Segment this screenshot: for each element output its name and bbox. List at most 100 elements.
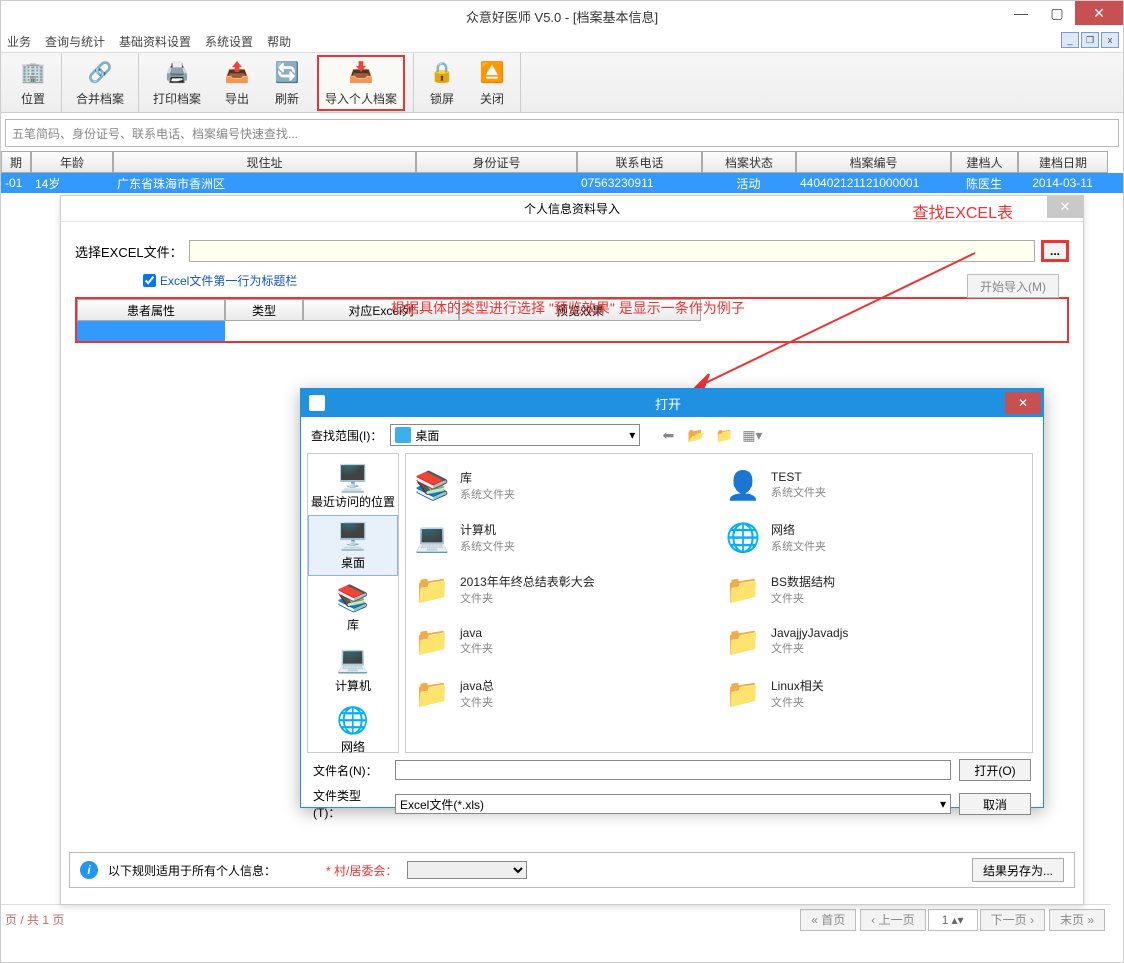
- sidebar-item-libraries[interactable]: 📚库: [308, 578, 398, 637]
- folder-icon: 📁: [412, 673, 452, 713]
- folder-icon: 📁: [723, 621, 763, 661]
- file-item[interactable]: 💻计算机系统文件夹: [412, 512, 715, 562]
- desktop-icon: [395, 427, 411, 443]
- nav-back-icon[interactable]: ⬅: [658, 425, 678, 445]
- sidebar-item-network[interactable]: 🌐网络: [308, 700, 398, 759]
- toolbar-print-button[interactable]: 🖨️打印档案: [147, 55, 207, 111]
- toolbar-import-button[interactable]: 📥导入个人档案: [317, 55, 405, 111]
- menu-system-settings[interactable]: 系统设置: [205, 33, 253, 50]
- libraries-icon: 📚: [335, 582, 371, 614]
- import-dialog-close-button[interactable]: ✕: [1047, 196, 1083, 218]
- cell-period: -01: [1, 173, 31, 193]
- lock-icon: 🔒: [428, 59, 456, 87]
- app-title: 众意好医师 V5.0 - [档案基本信息]: [466, 7, 658, 26]
- file-item[interactable]: 📁JavajjyJavadjs文件夹: [723, 616, 1026, 666]
- file-open-title: 打开: [331, 394, 1005, 413]
- pager: 页 / 共 1 页 « 首页 ‹ 上一页 1▴▾ 下一页 › 末页 »: [1, 904, 1111, 934]
- sidebar-item-desktop[interactable]: 🖥️桌面: [308, 515, 398, 576]
- column-status[interactable]: 档案状态: [702, 151, 796, 173]
- file-item[interactable]: 📁Linux相关文件夹: [723, 668, 1026, 718]
- footer-text: 以下规则适用于所有个人信息：: [108, 862, 276, 879]
- column-age[interactable]: 年龄: [31, 151, 113, 173]
- first-row-header-checkbox[interactable]: [143, 274, 156, 287]
- close-icon: ⏏️: [478, 59, 506, 87]
- import-dialog-title: 个人信息资料导入: [524, 200, 620, 217]
- filename-input[interactable]: [395, 760, 951, 780]
- file-open-close-button[interactable]: ✕: [1005, 392, 1041, 414]
- toolbar-lock-button[interactable]: 🔒锁屏: [422, 55, 462, 111]
- save-result-button[interactable]: 结果另存为...: [972, 858, 1064, 882]
- column-address[interactable]: 现住址: [113, 151, 416, 173]
- folder-icon: 📁: [412, 621, 452, 661]
- mapping-col-attribute[interactable]: 患者属性: [77, 299, 225, 321]
- info-icon: i: [80, 861, 98, 879]
- pager-page-input[interactable]: 1▴▾: [928, 909, 978, 931]
- toolbar-refresh-button[interactable]: 🔄刷新: [267, 55, 307, 111]
- lookup-range-combo[interactable]: 桌面 ▾: [390, 424, 640, 446]
- filename-label: 文件名(N)：: [313, 762, 387, 779]
- refresh-icon: 🔄: [273, 59, 301, 87]
- menu-query-stats[interactable]: 查询与统计: [45, 33, 105, 50]
- file-item[interactable]: 📁2013年年终总结表彰大会文件夹: [412, 564, 715, 614]
- filetype-select[interactable]: Excel文件(*.xls)▾: [395, 794, 951, 814]
- window-close-button[interactable]: ✕: [1075, 1, 1123, 25]
- column-creator[interactable]: 建档人: [951, 151, 1018, 173]
- file-item[interactable]: 👤TEST系统文件夹: [723, 460, 1026, 510]
- column-idcard[interactable]: 身份证号: [416, 151, 577, 173]
- mdi-restore-button[interactable]: ❐: [1081, 32, 1099, 48]
- import-icon: 📥: [347, 59, 375, 87]
- pager-prev-button[interactable]: ‹ 上一页: [860, 909, 925, 931]
- toolbar-export-button[interactable]: 📤导出: [217, 55, 257, 111]
- spinner-icon: ▴▾: [951, 913, 963, 927]
- mapping-cell-attribute: [77, 321, 225, 341]
- nav-newfolder-icon[interactable]: 📁: [714, 425, 734, 445]
- menu-base-settings[interactable]: 基础资料设置: [119, 33, 191, 50]
- column-archive-no[interactable]: 档案编号: [796, 151, 951, 173]
- toolbar-merge-button[interactable]: 🔗合并档案: [70, 55, 130, 111]
- column-period[interactable]: 期: [1, 151, 31, 173]
- titlebar: 众意好医师 V5.0 - [档案基本信息] — ▢ ✕: [1, 1, 1123, 31]
- browse-excel-button[interactable]: ...: [1041, 240, 1069, 262]
- cancel-button[interactable]: 取消: [959, 793, 1031, 815]
- nav-views-icon[interactable]: ▦▾: [742, 425, 762, 445]
- mdi-minimize-button[interactable]: _: [1061, 32, 1079, 48]
- location-icon: 🏢: [19, 59, 47, 87]
- nav-up-icon[interactable]: 📂: [686, 425, 706, 445]
- cell-idcard: [416, 173, 577, 193]
- network-icon: 🌐: [335, 704, 371, 736]
- mapping-col-type[interactable]: 类型: [225, 299, 303, 321]
- open-button[interactable]: 打开(O): [959, 759, 1031, 781]
- cell-create-date: 2014-03-11: [1018, 173, 1108, 193]
- column-create-date[interactable]: 建档日期: [1018, 151, 1108, 173]
- pager-next-button[interactable]: 下一页 ›: [980, 909, 1045, 931]
- file-item[interactable]: 📁BS数据结构文件夹: [723, 564, 1026, 614]
- window-minimize-button[interactable]: —: [1003, 1, 1039, 25]
- window-maximize-button[interactable]: ▢: [1039, 1, 1075, 25]
- records-grid-row[interactable]: -01 14岁 广东省珠海市香洲区 07563230911 活动 4404021…: [1, 173, 1123, 193]
- pager-first-button[interactable]: « 首页: [800, 909, 856, 931]
- quick-search-input[interactable]: 五笔简码、身份证号、联系电话、档案编号快速查找...: [5, 119, 1119, 147]
- cell-status: 活动: [702, 173, 796, 193]
- first-row-header-label: Excel文件第一行为标题栏: [160, 272, 297, 289]
- pager-last-button[interactable]: 末页 »: [1049, 909, 1105, 931]
- file-item[interactable]: 📁java总文件夹: [412, 668, 715, 718]
- file-open-titlebar: 打开 ✕: [301, 389, 1043, 417]
- toolbar-close-button[interactable]: ⏏️关闭: [472, 55, 512, 111]
- village-select[interactable]: [407, 861, 527, 879]
- file-item[interactable]: 🌐网络系统文件夹: [723, 512, 1026, 562]
- menu-help[interactable]: 帮助: [267, 33, 291, 50]
- places-sidebar: 🖥️最近访问的位置 🖥️桌面 📚库 💻计算机 🌐网络: [307, 453, 399, 753]
- print-icon: 🖨️: [163, 59, 191, 87]
- folder-icon: 📚: [412, 465, 452, 505]
- sidebar-item-recent[interactable]: 🖥️最近访问的位置: [308, 458, 398, 513]
- cell-age: 14岁: [31, 173, 113, 193]
- toolbar-location-button[interactable]: 🏢位置: [13, 55, 53, 111]
- sidebar-item-computer[interactable]: 💻计算机: [308, 639, 398, 698]
- file-list[interactable]: 📚库系统文件夹 👤TEST系统文件夹 💻计算机系统文件夹 🌐网络系统文件夹 📁2…: [405, 453, 1033, 753]
- file-item[interactable]: 📚库系统文件夹: [412, 460, 715, 510]
- mdi-close-button[interactable]: x: [1101, 32, 1119, 48]
- file-item[interactable]: 📁java文件夹: [412, 616, 715, 666]
- menu-business[interactable]: 业务: [7, 33, 31, 50]
- chevron-down-icon: ▾: [629, 428, 635, 442]
- column-phone[interactable]: 联系电话: [577, 151, 702, 173]
